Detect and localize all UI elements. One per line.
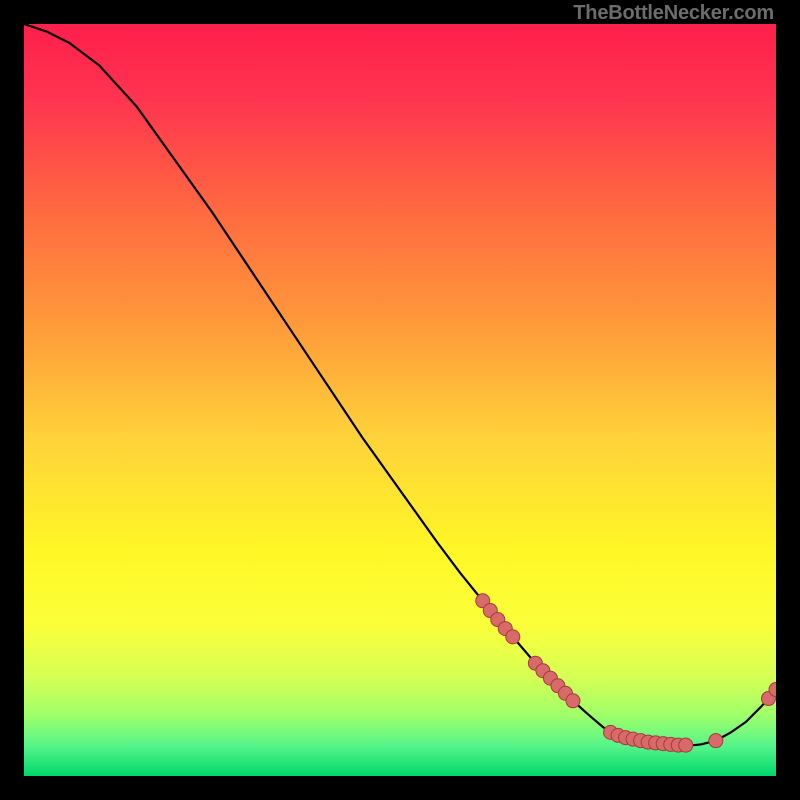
attribution-label: TheBottleNecker.com xyxy=(573,2,774,25)
data-point xyxy=(709,734,723,748)
data-point xyxy=(679,738,693,752)
data-point xyxy=(566,694,580,708)
chart-canvas: TheBottleNecker.com xyxy=(0,0,800,800)
data-point xyxy=(506,630,520,644)
plot-area xyxy=(24,24,776,776)
gradient-background xyxy=(24,24,776,776)
chart-svg xyxy=(24,24,776,776)
